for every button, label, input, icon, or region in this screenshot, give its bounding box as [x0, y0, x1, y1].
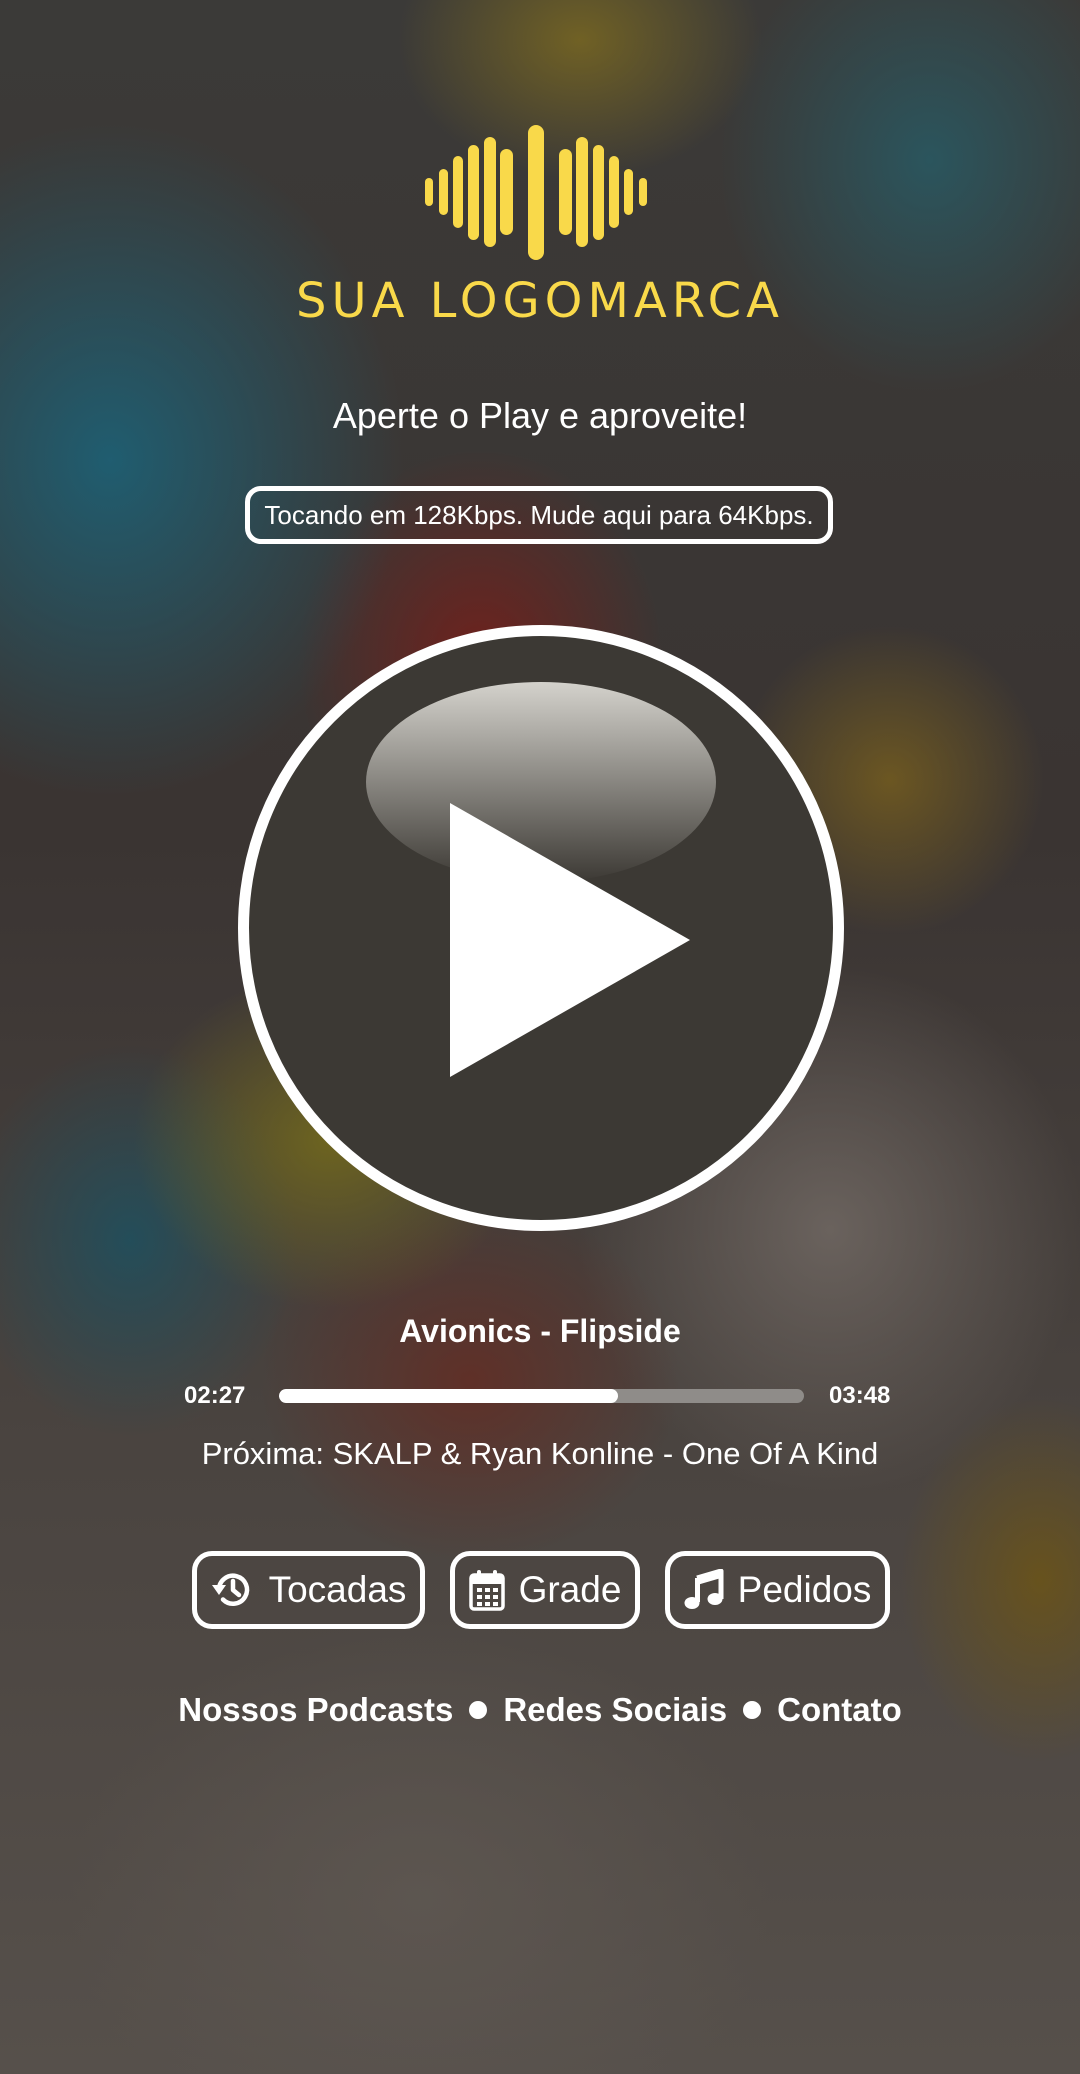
schedule-button[interactable]: Grade — [450, 1551, 640, 1629]
history-button-label: Tocadas — [268, 1569, 407, 1610]
bitrate-toggle-button[interactable]: Tocando em 128Kbps. Mude aqui para 64Kbp… — [245, 486, 833, 544]
calendar-icon — [468, 1570, 505, 1611]
total-duration: 03:48 — [829, 1382, 891, 1409]
progress-bar-fill — [279, 1389, 618, 1403]
bitrate-toggle-label: Tocando em 128Kbps. Mude aqui para 64Kbp… — [264, 499, 814, 530]
player-page: SUA LOGOMARCA Aperte o Play e aproveite!… — [0, 0, 1080, 2074]
play-icon — [450, 803, 690, 1077]
elapsed-time: 02:27 — [184, 1382, 246, 1409]
tagline: Aperte o Play e aproveite! — [332, 395, 748, 436]
music-note-icon — [684, 1569, 724, 1609]
footer-link-podcasts[interactable]: Nossos Podcasts — [178, 1691, 453, 1729]
separator-dot — [469, 1701, 488, 1719]
history-icon — [211, 1573, 249, 1606]
logo — [0, 125, 1080, 260]
next-song: Próxima: SKALP & Ryan Konline - One Of A… — [201, 1436, 879, 1471]
footer-link-contact[interactable]: Contato — [777, 1691, 902, 1729]
requests-button[interactable]: Pedidos — [665, 1551, 890, 1629]
play-button[interactable] — [238, 625, 844, 1231]
now-playing-title: Avionics - Flipside — [399, 1313, 681, 1349]
schedule-button-label: Grade — [518, 1569, 622, 1610]
footer-link-social[interactable]: Redes Sociais — [503, 1691, 727, 1729]
progress-bar[interactable] — [279, 1389, 804, 1403]
footer-links: Nossos Podcasts Redes Sociais Contato — [0, 1691, 1080, 1729]
logo-text: SUA LOGOMARCA — [295, 273, 785, 329]
history-button[interactable]: Tocadas — [192, 1551, 425, 1629]
requests-button-label: Pedidos — [737, 1569, 872, 1610]
sound-wave-icon — [425, 125, 647, 260]
separator-dot — [743, 1701, 762, 1719]
